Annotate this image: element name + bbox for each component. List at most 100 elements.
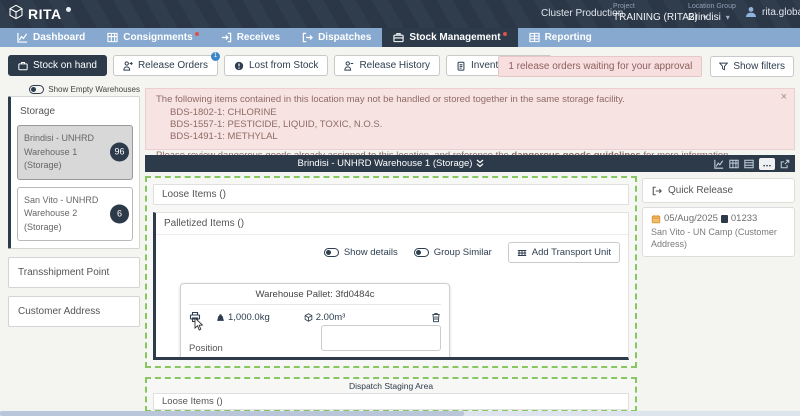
sidebar-item-san-vito-warehouse-2[interactable]: San Vito - UNHRD Warehouse 2 (Storage) 6 <box>17 187 133 242</box>
grid-view-icon[interactable] <box>744 159 754 169</box>
release-history-button[interactable]: Release History <box>334 55 440 76</box>
nav-stock-management[interactable]: Stock Management <box>382 28 517 47</box>
release-order-destination: San Vito - UN Camp (Customer Address) <box>651 227 786 250</box>
close-icon[interactable]: × <box>781 91 787 103</box>
stock-count-badge: 6 <box>110 204 129 223</box>
sidebar-item-brindisi-warehouse-1[interactable]: Brindisi - UNHRD Warehouse 1 (Storage) 9… <box>17 125 133 180</box>
warehouse-label: Brindisi - UNHRD Warehouse 1 (Storage) <box>24 133 94 170</box>
warning-item: BDS-1557-1: PESTICIDE, LIQUID, TOXIC, N.… <box>170 119 772 131</box>
toolbar-right: 1 release orders waiting for your approv… <box>498 56 794 77</box>
group-similar-toggle[interactable]: Group Similar <box>414 247 492 258</box>
project-value: TRAINING (RITA2) <box>613 11 698 24</box>
warehouse-title: Brindisi - UNHRD Warehouse 1 (Storage) <box>298 158 473 169</box>
dispatch-staging-title: Dispatch Staging Area <box>153 381 629 391</box>
storage-items: Brindisi - UNHRD Warehouse 1 (Storage) 9… <box>11 125 139 241</box>
weight-icon <box>216 313 225 322</box>
nav-consignments[interactable]: Consignments <box>96 28 209 47</box>
show-details-toggle[interactable]: Show details <box>324 247 398 258</box>
nav-label: Reporting <box>545 32 592 43</box>
pallet-title: Warehouse Pallet: 3fd0484c <box>189 289 441 305</box>
quick-release-button[interactable]: Quick Release <box>642 178 795 203</box>
warning-item-list: BDS-1802-1: CHLORINE BDS-1557-1: PESTICI… <box>156 107 772 143</box>
warning-item: BDS-1491-1: METHYLAL <box>170 131 772 143</box>
horizontal-scrollbar[interactable] <box>0 411 800 416</box>
sidebar-item-transshipment-point[interactable]: Transshipment Point <box>8 257 140 288</box>
nav-dashboard[interactable]: Dashboard <box>6 28 96 47</box>
pallet-volume: 2.00m³ <box>304 312 346 323</box>
pallet-meta-row: 1,000.0kg 2.00m³ <box>189 311 441 323</box>
nav-label: Dispatches <box>318 32 371 43</box>
calendar-icon <box>651 214 661 224</box>
storage-group: Storage Brindisi - UNHRD Warehouse 1 (St… <box>8 96 140 249</box>
brand-dot-icon <box>66 7 71 12</box>
warehouse-label: San Vito - UNHRD Warehouse 2 (Storage) <box>24 195 98 232</box>
release-order-line: 05/Aug/2025 01233 <box>651 213 786 224</box>
warehouse-pallet-card[interactable]: Warehouse Pallet: 3fd0484c 1,000.0kg 2.0… <box>180 283 450 360</box>
lost-from-stock-button[interactable]: Lost from Stock <box>224 55 328 76</box>
alert-dot-icon <box>195 32 199 36</box>
toggle-label: Group Similar <box>434 247 492 258</box>
nav-label: Stock Management <box>409 32 500 43</box>
toggle-label: Show details <box>344 247 398 258</box>
button-label: Lost from Stock <box>249 60 318 71</box>
person-release-icon <box>123 61 133 71</box>
location-group-label: Location Group <box>688 2 736 11</box>
palletized-items-section: Palletized Items () Show details Group S… <box>153 212 629 360</box>
pallet-weight: 1,000.0kg <box>216 312 270 323</box>
user-email: rita.global@wfp.org <box>762 7 800 18</box>
nav-receives[interactable]: Receives <box>210 28 291 47</box>
grid-icon <box>107 32 118 43</box>
rita-app: RITA Cluster Production Project TRAINING… <box>0 0 800 416</box>
button-label: Add Transport Unit <box>532 247 611 258</box>
button-label: Show filters <box>733 61 785 72</box>
position-input[interactable] <box>321 325 441 351</box>
brand-text: RITA <box>28 4 62 24</box>
nav-label: Receives <box>237 32 280 43</box>
nav-reporting[interactable]: Reporting <box>518 28 603 47</box>
staging-loose-items-header[interactable]: Loose Items () <box>153 393 629 410</box>
add-transport-unit-button[interactable]: Add Transport Unit <box>508 242 620 263</box>
release-order-card[interactable]: 05/Aug/2025 01233 San Vito - UN Camp (Cu… <box>642 207 795 257</box>
ellipsis-view-icon[interactable] <box>759 158 775 170</box>
release-orders-badge: 1 <box>211 52 220 61</box>
release-orders-button[interactable]: Release Orders 1 <box>113 55 218 76</box>
button-label: Stock on hand <box>33 60 97 71</box>
briefcase-icon <box>18 61 28 71</box>
external-link-icon[interactable] <box>780 159 790 169</box>
storage-group-title[interactable]: Storage <box>11 97 139 125</box>
brand-logo[interactable]: RITA <box>8 4 71 24</box>
show-filters-button[interactable]: Show filters <box>710 56 794 77</box>
palletized-controls: Show details Group Similar Add Transport… <box>156 235 628 263</box>
clipboard-icon <box>456 61 466 71</box>
scrollbar-thumb[interactable] <box>0 411 464 416</box>
nav-label: Consignments <box>123 32 192 43</box>
loose-items-section-header[interactable]: Loose Items () <box>153 184 629 205</box>
weight-value: 1,000.0kg <box>228 312 270 323</box>
chevron-down-icon <box>726 11 730 24</box>
table-view-icon[interactable] <box>729 159 739 169</box>
toggle-label: Show Empty Warehouses <box>48 85 140 94</box>
line-chart-view-icon[interactable] <box>714 159 724 169</box>
toggle-off-icon <box>324 248 339 257</box>
location-group-selector[interactable]: Location Group Brindisi <box>688 2 736 24</box>
warehouse-header-bar: Brindisi - UNHRD Warehouse 1 (Storage) <box>145 155 795 172</box>
button-label: Release Orders <box>138 60 208 71</box>
location-sidebar: Storage Brindisi - UNHRD Warehouse 1 (St… <box>8 96 140 327</box>
nav-dispatches[interactable]: Dispatches <box>291 28 382 47</box>
briefcase-icon <box>393 32 404 43</box>
stock-on-hand-button[interactable]: Stock on hand <box>8 55 107 76</box>
trash-icon[interactable] <box>431 312 441 323</box>
location-group-value: Brindisi <box>688 11 721 24</box>
button-label: Quick Release <box>668 185 733 196</box>
warning-intro: The following items contained in this lo… <box>156 94 772 106</box>
release-order-number: 01233 <box>731 213 757 224</box>
palletized-items-section-header[interactable]: Palletized Items () <box>156 213 628 235</box>
warehouse-title-toggle[interactable]: Brindisi - UNHRD Warehouse 1 (Storage) <box>145 158 637 169</box>
show-empty-warehouses-toggle[interactable]: Show Empty Warehouses <box>8 85 140 94</box>
sidebar-item-customer-address[interactable]: Customer Address <box>8 296 140 327</box>
toggle-off-icon <box>29 85 44 94</box>
user-menu[interactable]: rita.global@wfp.org <box>745 6 800 18</box>
alert-dot-icon <box>503 32 507 36</box>
app-header: RITA Cluster Production Project TRAINING… <box>0 0 800 28</box>
stock-toolbar: Stock on hand Release Orders 1 Lost from… <box>8 55 552 76</box>
